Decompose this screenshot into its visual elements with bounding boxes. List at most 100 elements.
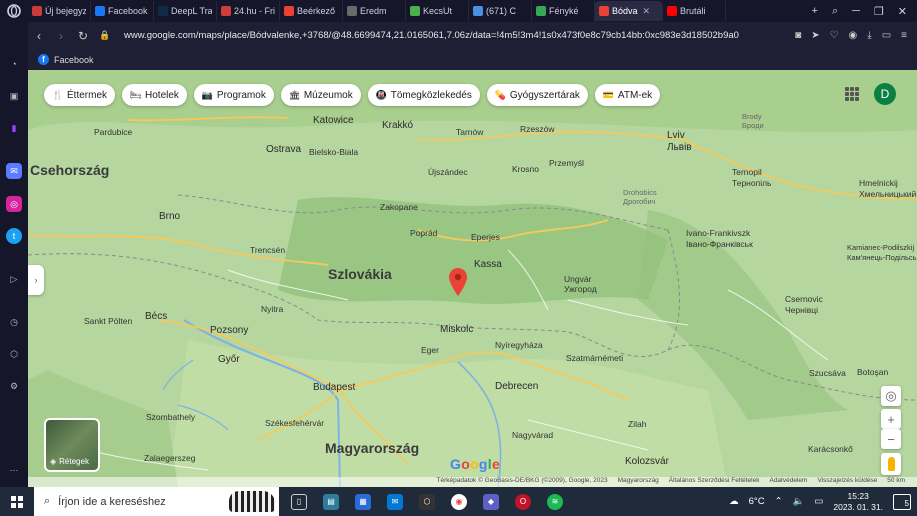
city-label: Pozsony	[210, 325, 249, 336]
forward-icon[interactable]: ›	[50, 29, 72, 43]
city-label: Ungvár Ужгород	[564, 274, 597, 294]
camera-icon[interactable]: ◙	[795, 30, 801, 41]
lock-icon: 🔒	[99, 30, 111, 40]
cube-icon[interactable]: ⬡	[6, 346, 22, 362]
windows-store-icon[interactable]: ▦	[355, 493, 371, 510]
city-label: Drohobics Дрогобич	[623, 188, 657, 206]
bookmark-facebook[interactable]: Facebook	[54, 55, 94, 65]
location-pin-icon[interactable]	[449, 268, 467, 296]
browser-tab[interactable]: Új bejegyz	[28, 1, 91, 21]
back-icon[interactable]: ‹	[28, 29, 50, 43]
browser-tab[interactable]: Fényké	[532, 1, 595, 21]
chip-atms[interactable]: 💳 ATM-ek	[594, 84, 661, 106]
network-icon[interactable]: ▭	[814, 496, 823, 507]
browser-tab[interactable]: KecsUt	[406, 1, 469, 21]
volume-icon[interactable]: 🔈	[793, 496, 805, 507]
layers-button[interactable]: ◈ Rétegek	[44, 418, 100, 472]
weather-icon[interactable]: ☁	[729, 496, 739, 507]
bag-icon[interactable]: ▣	[6, 88, 22, 104]
restore-icon[interactable]: ❐	[874, 5, 884, 18]
browser-tab[interactable]: Eredm	[343, 1, 406, 21]
store-icon[interactable]: ▤	[323, 493, 339, 510]
visual-studio-icon[interactable]: ◆	[483, 493, 499, 510]
city-label: Kolozsvár	[625, 456, 669, 467]
messenger-icon[interactable]: ✉	[6, 163, 22, 179]
instagram-icon[interactable]: ◎	[6, 196, 22, 212]
history-icon[interactable]: ◷	[6, 314, 22, 330]
chip-transit[interactable]: 🚇 Tömegközlekedés	[367, 84, 480, 106]
settings-gear-icon[interactable]: ⚙	[6, 378, 22, 394]
expand-panel-button[interactable]: ›	[28, 265, 44, 295]
twitter-icon[interactable]: t	[6, 228, 22, 244]
account-icon[interactable]: ◉	[849, 30, 858, 41]
city-label: Zakopane	[380, 202, 418, 212]
download-icon[interactable]: ⤓	[867, 30, 871, 41]
task-view-icon[interactable]: ▯	[291, 493, 307, 510]
mail-icon[interactable]: ✉	[387, 493, 403, 510]
chip-museums[interactable]: 🏛 Múzeumok	[280, 84, 361, 106]
start-button[interactable]	[0, 487, 34, 516]
tab-favicon-icon	[284, 6, 294, 16]
speed-dial-icon[interactable]: ◔	[6, 56, 22, 72]
city-label: Nyitra	[261, 304, 284, 314]
avatar[interactable]: D	[874, 83, 896, 105]
browser-tab[interactable]: Beérkező	[280, 1, 343, 21]
chip-pharmacies[interactable]: 💊 Gyógyszertárak	[486, 84, 588, 106]
country-label: Csehország	[30, 162, 110, 178]
city-label: Przemyśl	[549, 158, 584, 168]
city-label: Nyíregyháza	[495, 340, 543, 350]
google-apps-icon[interactable]	[845, 87, 859, 101]
browser-tab[interactable]: Bódva ✕	[595, 1, 663, 21]
menu-icon[interactable]: ≡	[901, 30, 907, 41]
browser-tab[interactable]: Facebook	[91, 1, 154, 21]
opera-sidebar: ◔ ▣ ▮ ✉ ◎ t ▷ ◷ ⬡ ⚙ ⋯	[0, 22, 28, 487]
browser-tab[interactable]: DeepL Tra	[154, 1, 217, 21]
tab-favicon-icon	[32, 6, 42, 16]
opera-logo-icon[interactable]	[0, 0, 28, 22]
chip-restaurants[interactable]: 🍴 Éttermek	[44, 84, 116, 106]
minimize-icon[interactable]: ─	[852, 5, 860, 17]
browser-tab[interactable]: Brutáli	[663, 1, 726, 21]
street-view-pegman-icon[interactable]	[881, 453, 901, 475]
new-tab-icon[interactable]: +	[812, 5, 818, 17]
reload-icon[interactable]: ↻	[72, 29, 94, 43]
battery-icon[interactable]: ▭	[882, 30, 891, 41]
taskbar-search[interactable]: ⌕ Írjon ide a kereséshez	[34, 487, 279, 516]
tab-title: DeepL Tra	[171, 6, 212, 16]
chrome-icon[interactable]: ◉	[451, 493, 467, 510]
close-tab-icon[interactable]: ✕	[643, 6, 651, 17]
zoom-in-button[interactable]: +	[881, 409, 901, 429]
player-icon[interactable]: ▷	[6, 271, 22, 287]
url-field[interactable]: www.google.com/maps/place/Bódvalenke,+37…	[116, 30, 795, 41]
browser-tab[interactable]: 24.hu - Fri	[217, 1, 280, 21]
google-logo: Google	[450, 456, 501, 472]
close-window-icon[interactable]: ✕	[898, 5, 907, 18]
chip-hotels[interactable]: 🛏 Hotelek	[122, 84, 187, 106]
camera-icon: 📷	[201, 89, 214, 100]
weather-temp[interactable]: 6°C	[749, 496, 765, 507]
city-label: Sankt Pölten	[84, 316, 133, 326]
my-location-button[interactable]: ◎	[881, 386, 901, 406]
search-tabs-icon[interactable]: ⌕	[832, 5, 838, 18]
city-label: Miskolc	[440, 324, 474, 335]
address-bar: ‹ › ↻ 🔒 www.google.com/maps/place/Bódval…	[28, 22, 917, 49]
twitch-icon[interactable]: ▮	[6, 120, 22, 136]
tab-favicon-icon	[473, 6, 483, 16]
browser-tab[interactable]: (671) C	[469, 1, 532, 21]
zoom-out-button[interactable]: −	[881, 429, 901, 449]
more-icon[interactable]: ⋯	[6, 462, 22, 478]
heart-icon[interactable]: ♡	[830, 30, 839, 41]
city-label: Zilah	[628, 419, 647, 429]
pharmacy-icon: 💊	[494, 89, 507, 100]
clock[interactable]: 15:23 2023. 01. 31.	[833, 491, 883, 513]
spotify-icon[interactable]: ≋	[547, 493, 563, 510]
chip-things-to-do[interactable]: 📷 Programok	[193, 84, 274, 106]
google-map[interactable]: 🍴 Éttermek 🛏 Hotelek 📷 Programok 🏛 Múzeumok …	[28, 70, 917, 487]
tray-chevron-icon[interactable]: ⌃	[775, 496, 783, 507]
opera-taskbar-icon[interactable]: O	[515, 493, 531, 510]
share-icon[interactable]: ➤	[811, 30, 819, 41]
notification-icon[interactable]: 5	[893, 493, 911, 510]
cube-app-icon[interactable]: ⬡	[419, 493, 435, 510]
tab-strip: Új bejegyz Facebook DeepL Tra 24.hu - Fri Be…	[28, 0, 802, 22]
fork-knife-icon: 🍴	[52, 89, 64, 100]
